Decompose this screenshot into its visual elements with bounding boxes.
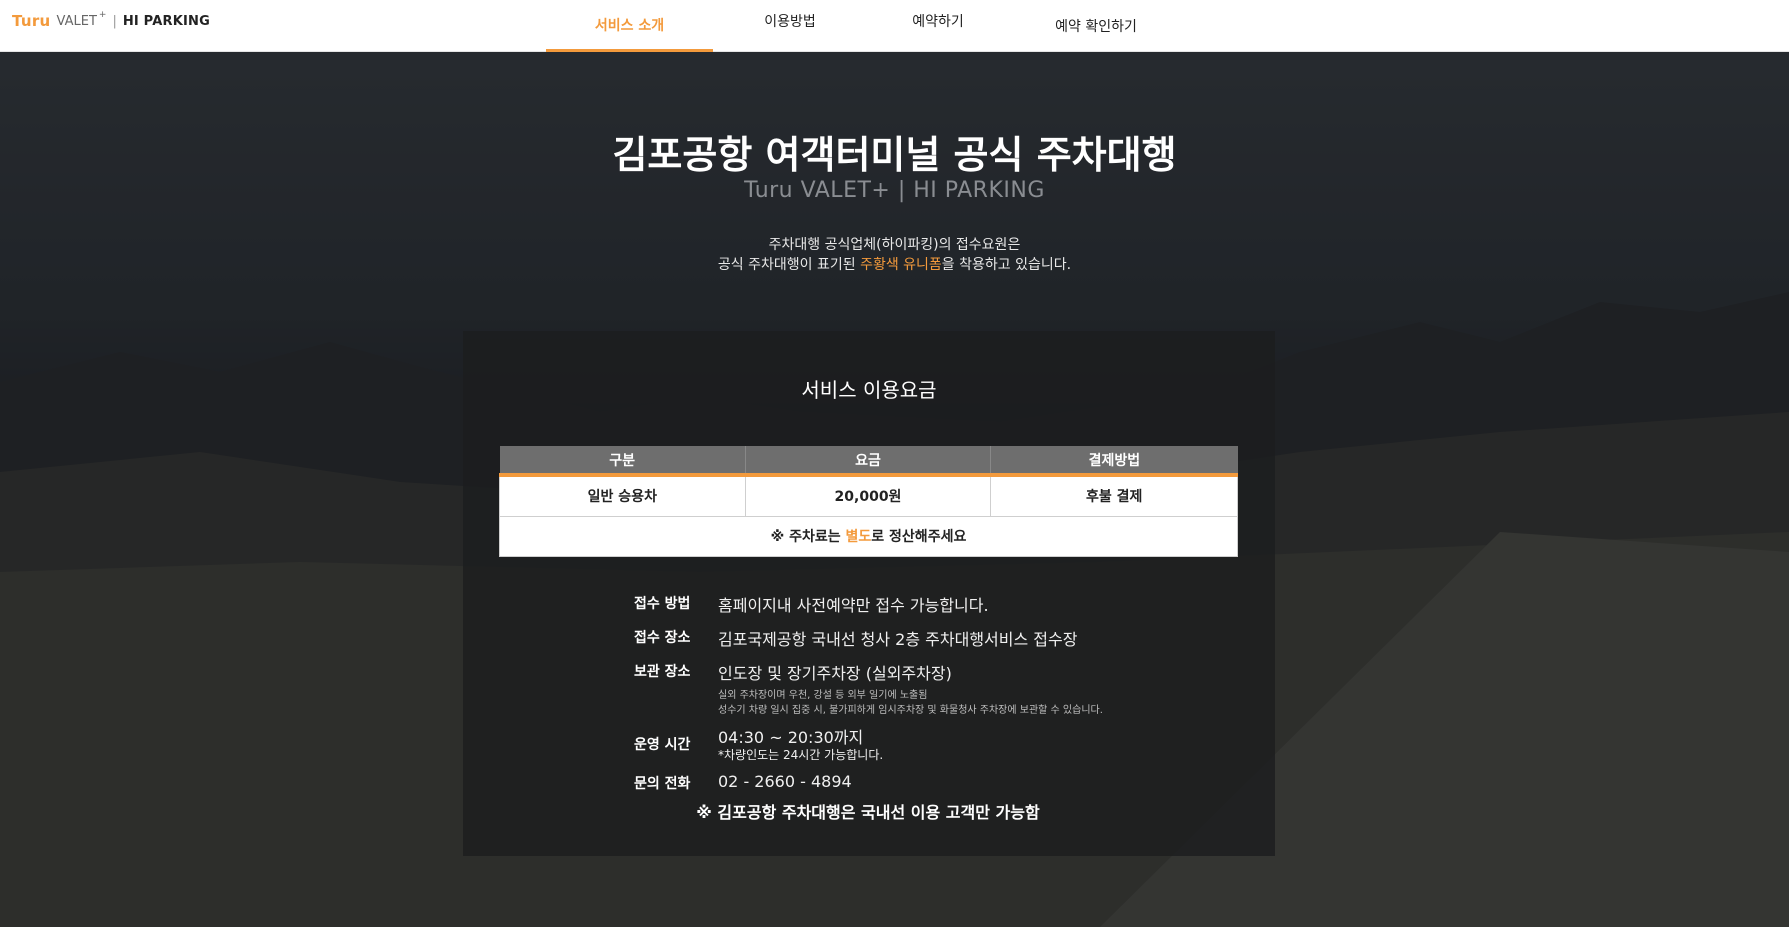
table-row: ※ 주차료는 별도로 정산해주세요: [499, 515, 1238, 557]
site-logo[interactable]: Turu VALET + | HI PARKING: [12, 10, 210, 30]
hero-desc-line2-pre: 공식 주차대행이 표기된: [717, 257, 861, 273]
hero-desc-line2-post: 을 착용하고 있습니다.: [941, 257, 1072, 273]
logo-turu-text: Turu: [12, 12, 51, 30]
fee-header-category: 구분: [499, 446, 746, 477]
fee-table: 구분 요금 결제방법 일반 승용차 20,000원 후불 결제 ※ 주차료는 별…: [499, 446, 1238, 557]
info-method-value: 홈페이지내 사전예약만 접수 가능합니다.: [718, 596, 989, 615]
parking-fee-note: ※ 주차료는 별도로 정산해주세요: [499, 515, 1238, 557]
domestic-only-note: ※ 김포공항 주차대행은 국내선 이용 고객만 가능함: [696, 803, 1040, 822]
info-hours-note: *차량인도는 24시간 가능합니다.: [718, 748, 884, 762]
info-phone-value[interactable]: 02 - 2660 - 4894: [718, 772, 852, 791]
storage-note-2: 성수기 차량 일시 집중 시, 불가피하게 임시주차장 및 화물청사 주차장에 …: [718, 705, 1103, 716]
note-post: 로 정산해주세요: [871, 529, 967, 545]
note-separate-highlight: 별도: [845, 529, 872, 545]
info-storage-label: 보관 장소: [634, 664, 691, 680]
logo-hiparking-text: HI PARKING: [122, 13, 210, 29]
hero-description: 주차대행 공식업체(하이파킹)의 접수요원은 공식 주차대행이 표기된 주황색 …: [0, 235, 1789, 275]
hero-desc-line2: 공식 주차대행이 표기된 주황색 유니폼을 착용하고 있습니다.: [0, 255, 1789, 275]
fee-table-header-row: 구분 요금 결제방법: [499, 446, 1238, 477]
nav-check-reservation[interactable]: 예약 확인하기: [1026, 0, 1166, 52]
hero-desc-line1: 주차대행 공식업체(하이파킹)의 접수요원은: [768, 237, 1021, 253]
fee-cell-price: 20,000원: [744, 474, 992, 517]
top-navigation-bar: Turu VALET + | HI PARKING 서비스 소개 이용방법 예약…: [0, 0, 1789, 52]
info-place-label: 접수 장소: [634, 630, 691, 646]
table-row: 일반 승용차 20,000원 후불 결제: [499, 474, 1238, 517]
info-hours-value: 04:30 ~ 20:30까지: [718, 728, 864, 747]
fee-panel-title: 서비스 이용요금: [801, 378, 937, 402]
storage-note-1: 실외 주차장이며 우천, 강설 등 외부 일기에 노출됨: [718, 690, 928, 701]
fee-cell-category: 일반 승용차: [499, 474, 746, 517]
logo-separator: |: [112, 13, 117, 29]
info-hours-label: 운영 시간: [634, 737, 691, 753]
page-subtitle: Turu VALET+ | HI PARKING: [744, 178, 1045, 203]
nav-service-intro[interactable]: 서비스 소개: [546, 0, 713, 52]
info-place-value: 김포국제공항 국내선 청사 2층 주차대행서비스 접수장: [718, 630, 1078, 649]
page-title: 김포공항 여객터미널 공식 주차대행: [612, 133, 1177, 177]
info-method-label: 접수 방법: [634, 596, 691, 612]
info-phone-label: 문의 전화: [634, 776, 691, 792]
fee-cell-payment: 후불 결제: [990, 474, 1238, 517]
fee-header-payment: 결제방법: [990, 446, 1238, 477]
nav-reservation[interactable]: 예약하기: [873, 0, 1003, 42]
info-storage-value: 인도장 및 장기주차장 (실외주차장): [718, 664, 952, 683]
logo-valet-text: VALET: [56, 13, 97, 29]
logo-plus-text: +: [98, 10, 107, 20]
fee-header-price: 요금: [744, 446, 991, 477]
note-pre: ※ 주차료는: [770, 529, 846, 545]
uniform-highlight: 주황색 유니폼: [860, 257, 942, 273]
nav-how-to-use[interactable]: 이용방법: [725, 0, 855, 42]
